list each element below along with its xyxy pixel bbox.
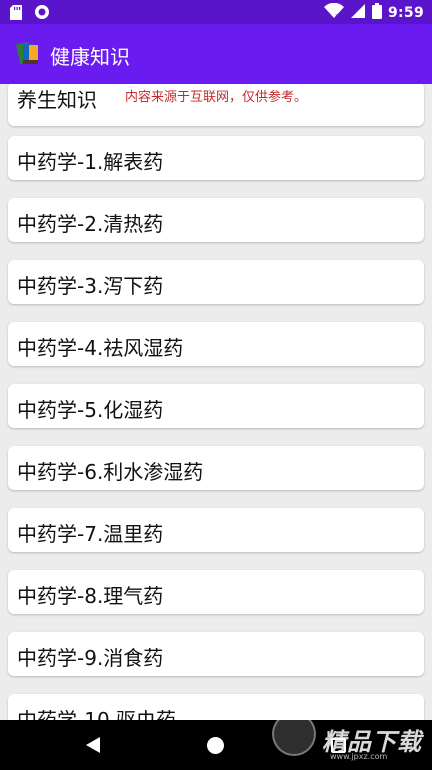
- list-item-label: 中药学-9.消食药: [17, 646, 164, 670]
- list-item[interactable]: 中药学-10.驱虫药: [8, 694, 424, 720]
- list-item-label: 中药学-1.解表药: [17, 150, 164, 174]
- list-item[interactable]: 中药学-5.化湿药: [8, 384, 424, 428]
- list-item-label: 中药学-5.化湿药: [17, 398, 164, 422]
- signal-icon: [350, 3, 366, 23]
- sd-card-icon: [10, 4, 22, 24]
- status-bar: x 9:59: [0, 0, 432, 24]
- app-bar: 健康知识: [0, 24, 432, 84]
- list-item[interactable]: 中药学-2.清热药: [8, 198, 424, 242]
- list-item[interactable]: 中药学-7.温里药: [8, 508, 424, 552]
- books-icon: [16, 40, 40, 66]
- list-item[interactable]: 中药学-1.解表药: [8, 136, 424, 180]
- circle-notification-icon: [34, 4, 50, 24]
- list-item-label: 中药学-3.泻下药: [17, 274, 164, 298]
- source-notice: 内容来源于互联网，仅供参考。: [124, 90, 307, 105]
- svg-text:x: x: [335, 12, 339, 19]
- list-item-label: 中药学-4.祛风湿药: [17, 336, 184, 360]
- list-item-label: 中药学-8.理气药: [17, 584, 164, 608]
- list-item[interactable]: 中药学-9.消食药: [8, 632, 424, 676]
- home-icon[interactable]: [207, 737, 224, 754]
- app-title: 健康知识: [50, 45, 130, 69]
- list-item-label: 中药学-2.清热药: [17, 212, 164, 236]
- list-item[interactable]: 中药学-8.理气药: [8, 570, 424, 614]
- watermark-logo: [272, 712, 316, 756]
- back-icon[interactable]: [86, 737, 100, 757]
- status-time: 9:59: [387, 5, 424, 21]
- wifi-icon: x: [323, 2, 344, 23]
- list-item[interactable]: 中药学-3.泻下药: [8, 260, 424, 304]
- watermark-url: www.jpxz.com: [330, 752, 388, 761]
- list-item[interactable]: 中药学-4.祛风湿药: [8, 322, 424, 366]
- battery-icon: [371, 3, 382, 23]
- knowledge-list[interactable]: 养生知识 中药学-1.解表药 中药学-2.清热药 中药学-3.泻下药 中药学-4…: [0, 84, 432, 720]
- list-item-label: 中药学-10.驱虫药: [17, 708, 177, 720]
- list-item[interactable]: 中药学-6.利水渗湿药: [8, 446, 424, 490]
- list-item-label: 中药学-7.温里药: [17, 522, 164, 546]
- list-item-label: 中药学-6.利水渗湿药: [17, 460, 204, 484]
